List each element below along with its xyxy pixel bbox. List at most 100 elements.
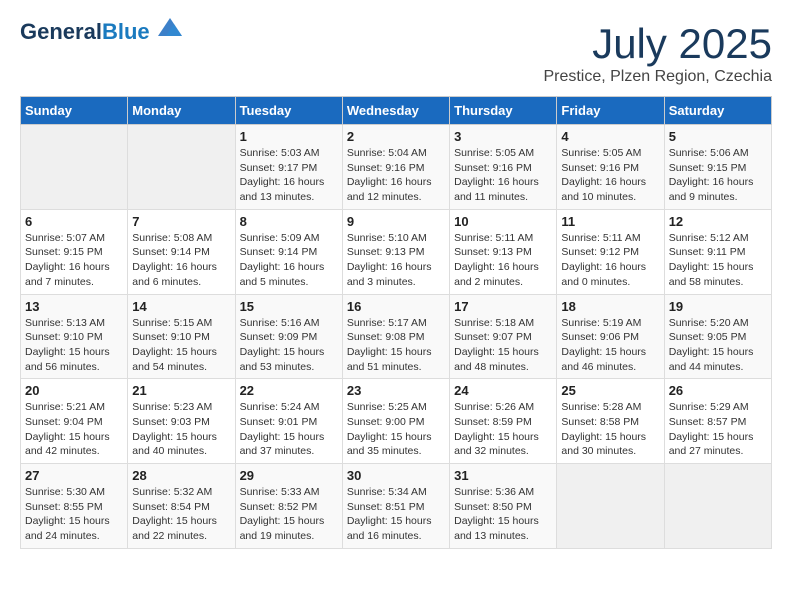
calendar-week-row: 1 Sunrise: 5:03 AM Sunset: 9:17 PM Daylig… [21,125,772,210]
logo-icon [152,14,188,42]
calendar-cell: 6Sunrise: 5:07 AM Sunset: 9:15 PM Daylig… [21,209,128,294]
calendar-cell: 16 Sunrise: 5:17 AM Sunset: 9:08 PM Dayli… [342,294,449,379]
calendar-cell: 8 Sunrise: 5:09 AM Sunset: 9:14 PM Daylig… [235,209,342,294]
calendar-cell: 5Sunrise: 5:06 AM Sunset: 9:15 PM Daylig… [664,125,771,210]
calendar-cell: 29Sunrise: 5:33 AM Sunset: 8:52 PM Dayli… [235,464,342,549]
calendar-cell: 24 Sunrise: 5:26 AM Sunset: 8:59 PM Dayli… [450,379,557,464]
day-number: 27 [25,468,123,483]
day-number: 17 [454,299,552,314]
day-detail: Sunrise: 5:09 AM Sunset: 9:14 PM Dayligh… [240,231,338,290]
calendar-cell: 19 Sunrise: 5:20 AM Sunset: 9:05 PM Dayli… [664,294,771,379]
day-number: 6 [25,214,123,229]
day-detail: Sunrise: 5:21 AM Sunset: 9:04 PM Dayligh… [25,400,123,459]
calendar-cell: 27 Sunrise: 5:30 AM Sunset: 8:55 PM Dayli… [21,464,128,549]
day-number: 30 [347,468,445,483]
day-detail: Sunrise: 5:34 AM Sunset: 8:51 PM Dayligh… [347,485,445,544]
page-header: GeneralBlue July 2025 Prestice, Plzen Re… [20,20,772,86]
calendar-cell: 25 Sunrise: 5:28 AM Sunset: 8:58 PM Dayli… [557,379,664,464]
day-detail: Sunrise: 5:28 AM Sunset: 8:58 PM Dayligh… [561,400,659,459]
day-detail: Sunrise: 5:23 AM Sunset: 9:03 PM Dayligh… [132,400,230,459]
calendar-cell: 14Sunrise: 5:15 AM Sunset: 9:10 PM Dayli… [128,294,235,379]
day-detail: Sunrise: 5:08 AM Sunset: 9:14 PM Dayligh… [132,231,230,290]
day-number: 22 [240,383,338,398]
day-number: 20 [25,383,123,398]
calendar-cell: 21 Sunrise: 5:23 AM Sunset: 9:03 PM Dayli… [128,379,235,464]
day-detail: Sunrise: 5:36 AM Sunset: 8:50 PM Dayligh… [454,485,552,544]
weekday-header-wednesday: Wednesday [342,97,449,125]
calendar-week-row: 13Sunrise: 5:13 AM Sunset: 9:10 PM Dayli… [21,294,772,379]
day-detail: Sunrise: 5:26 AM Sunset: 8:59 PM Dayligh… [454,400,552,459]
logo: GeneralBlue [20,20,188,44]
day-number: 2 [347,129,445,144]
day-number: 31 [454,468,552,483]
day-detail: Sunrise: 5:25 AM Sunset: 9:00 PM Dayligh… [347,400,445,459]
day-detail: Sunrise: 5:24 AM Sunset: 9:01 PM Dayligh… [240,400,338,459]
location: Prestice, Plzen Region, Czechia [543,68,772,86]
day-detail: Sunrise: 5:04 AM Sunset: 9:16 PM Dayligh… [347,146,445,205]
day-detail: Sunrise: 5:11 AM Sunset: 9:13 PM Dayligh… [454,231,552,290]
day-number: 19 [669,299,767,314]
day-number: 1 [240,129,338,144]
day-detail: Sunrise: 5:32 AM Sunset: 8:54 PM Dayligh… [132,485,230,544]
calendar-cell: 7 Sunrise: 5:08 AM Sunset: 9:14 PM Daylig… [128,209,235,294]
day-detail: Sunrise: 5:06 AM Sunset: 9:15 PM Dayligh… [669,146,767,205]
day-detail: Sunrise: 5:19 AM Sunset: 9:06 PM Dayligh… [561,316,659,375]
weekday-header-saturday: Saturday [664,97,771,125]
weekday-header-thursday: Thursday [450,97,557,125]
calendar-cell: 23Sunrise: 5:25 AM Sunset: 9:00 PM Dayli… [342,379,449,464]
day-number: 11 [561,214,659,229]
day-detail: Sunrise: 5:17 AM Sunset: 9:08 PM Dayligh… [347,316,445,375]
weekday-row: SundayMondayTuesdayWednesdayThursdayFrid… [21,97,772,125]
calendar-cell: 13Sunrise: 5:13 AM Sunset: 9:10 PM Dayli… [21,294,128,379]
day-number: 24 [454,383,552,398]
calendar-week-row: 27 Sunrise: 5:30 AM Sunset: 8:55 PM Dayli… [21,464,772,549]
day-detail: Sunrise: 5:10 AM Sunset: 9:13 PM Dayligh… [347,231,445,290]
weekday-header-friday: Friday [557,97,664,125]
day-detail: Sunrise: 5:33 AM Sunset: 8:52 PM Dayligh… [240,485,338,544]
calendar-cell [128,125,235,210]
day-number: 3 [454,129,552,144]
day-number: 15 [240,299,338,314]
weekday-header-sunday: Sunday [21,97,128,125]
calendar-cell: 18 Sunrise: 5:19 AM Sunset: 9:06 PM Dayli… [557,294,664,379]
calendar-cell: 12Sunrise: 5:12 AM Sunset: 9:11 PM Dayli… [664,209,771,294]
day-number: 8 [240,214,338,229]
day-number: 25 [561,383,659,398]
day-number: 4 [561,129,659,144]
calendar-cell: 26Sunrise: 5:29 AM Sunset: 8:57 PM Dayli… [664,379,771,464]
day-detail: Sunrise: 5:30 AM Sunset: 8:55 PM Dayligh… [25,485,123,544]
day-number: 9 [347,214,445,229]
month-title: July 2025 [543,20,772,68]
calendar-cell: 11Sunrise: 5:11 AM Sunset: 9:12 PM Dayli… [557,209,664,294]
day-detail: Sunrise: 5:05 AM Sunset: 9:16 PM Dayligh… [561,146,659,205]
calendar-week-row: 20 Sunrise: 5:21 AM Sunset: 9:04 PM Dayli… [21,379,772,464]
day-detail: Sunrise: 5:03 AM Sunset: 9:17 PM Dayligh… [240,146,338,205]
day-number: 28 [132,468,230,483]
day-detail: Sunrise: 5:12 AM Sunset: 9:11 PM Dayligh… [669,231,767,290]
calendar-cell: 3 Sunrise: 5:05 AM Sunset: 9:16 PM Daylig… [450,125,557,210]
day-detail: Sunrise: 5:05 AM Sunset: 9:16 PM Dayligh… [454,146,552,205]
day-number: 21 [132,383,230,398]
day-detail: Sunrise: 5:29 AM Sunset: 8:57 PM Dayligh… [669,400,767,459]
calendar-cell: 30 Sunrise: 5:34 AM Sunset: 8:51 PM Dayli… [342,464,449,549]
logo-text: GeneralBlue [20,20,150,44]
calendar-week-row: 6Sunrise: 5:07 AM Sunset: 9:15 PM Daylig… [21,209,772,294]
calendar-cell [21,125,128,210]
day-number: 10 [454,214,552,229]
title-block: July 2025 Prestice, Plzen Region, Czechi… [543,20,772,86]
day-detail: Sunrise: 5:15 AM Sunset: 9:10 PM Dayligh… [132,316,230,375]
calendar-cell [557,464,664,549]
day-number: 16 [347,299,445,314]
calendar-cell: 22 Sunrise: 5:24 AM Sunset: 9:01 PM Dayli… [235,379,342,464]
day-number: 18 [561,299,659,314]
day-number: 7 [132,214,230,229]
calendar-cell: 20 Sunrise: 5:21 AM Sunset: 9:04 PM Dayli… [21,379,128,464]
calendar-cell [664,464,771,549]
day-detail: Sunrise: 5:16 AM Sunset: 9:09 PM Dayligh… [240,316,338,375]
day-detail: Sunrise: 5:18 AM Sunset: 9:07 PM Dayligh… [454,316,552,375]
calendar-table: SundayMondayTuesdayWednesdayThursdayFrid… [20,96,772,549]
calendar-cell: 28 Sunrise: 5:32 AM Sunset: 8:54 PM Dayli… [128,464,235,549]
day-number: 13 [25,299,123,314]
day-detail: Sunrise: 5:20 AM Sunset: 9:05 PM Dayligh… [669,316,767,375]
calendar-body: 1 Sunrise: 5:03 AM Sunset: 9:17 PM Daylig… [21,125,772,549]
